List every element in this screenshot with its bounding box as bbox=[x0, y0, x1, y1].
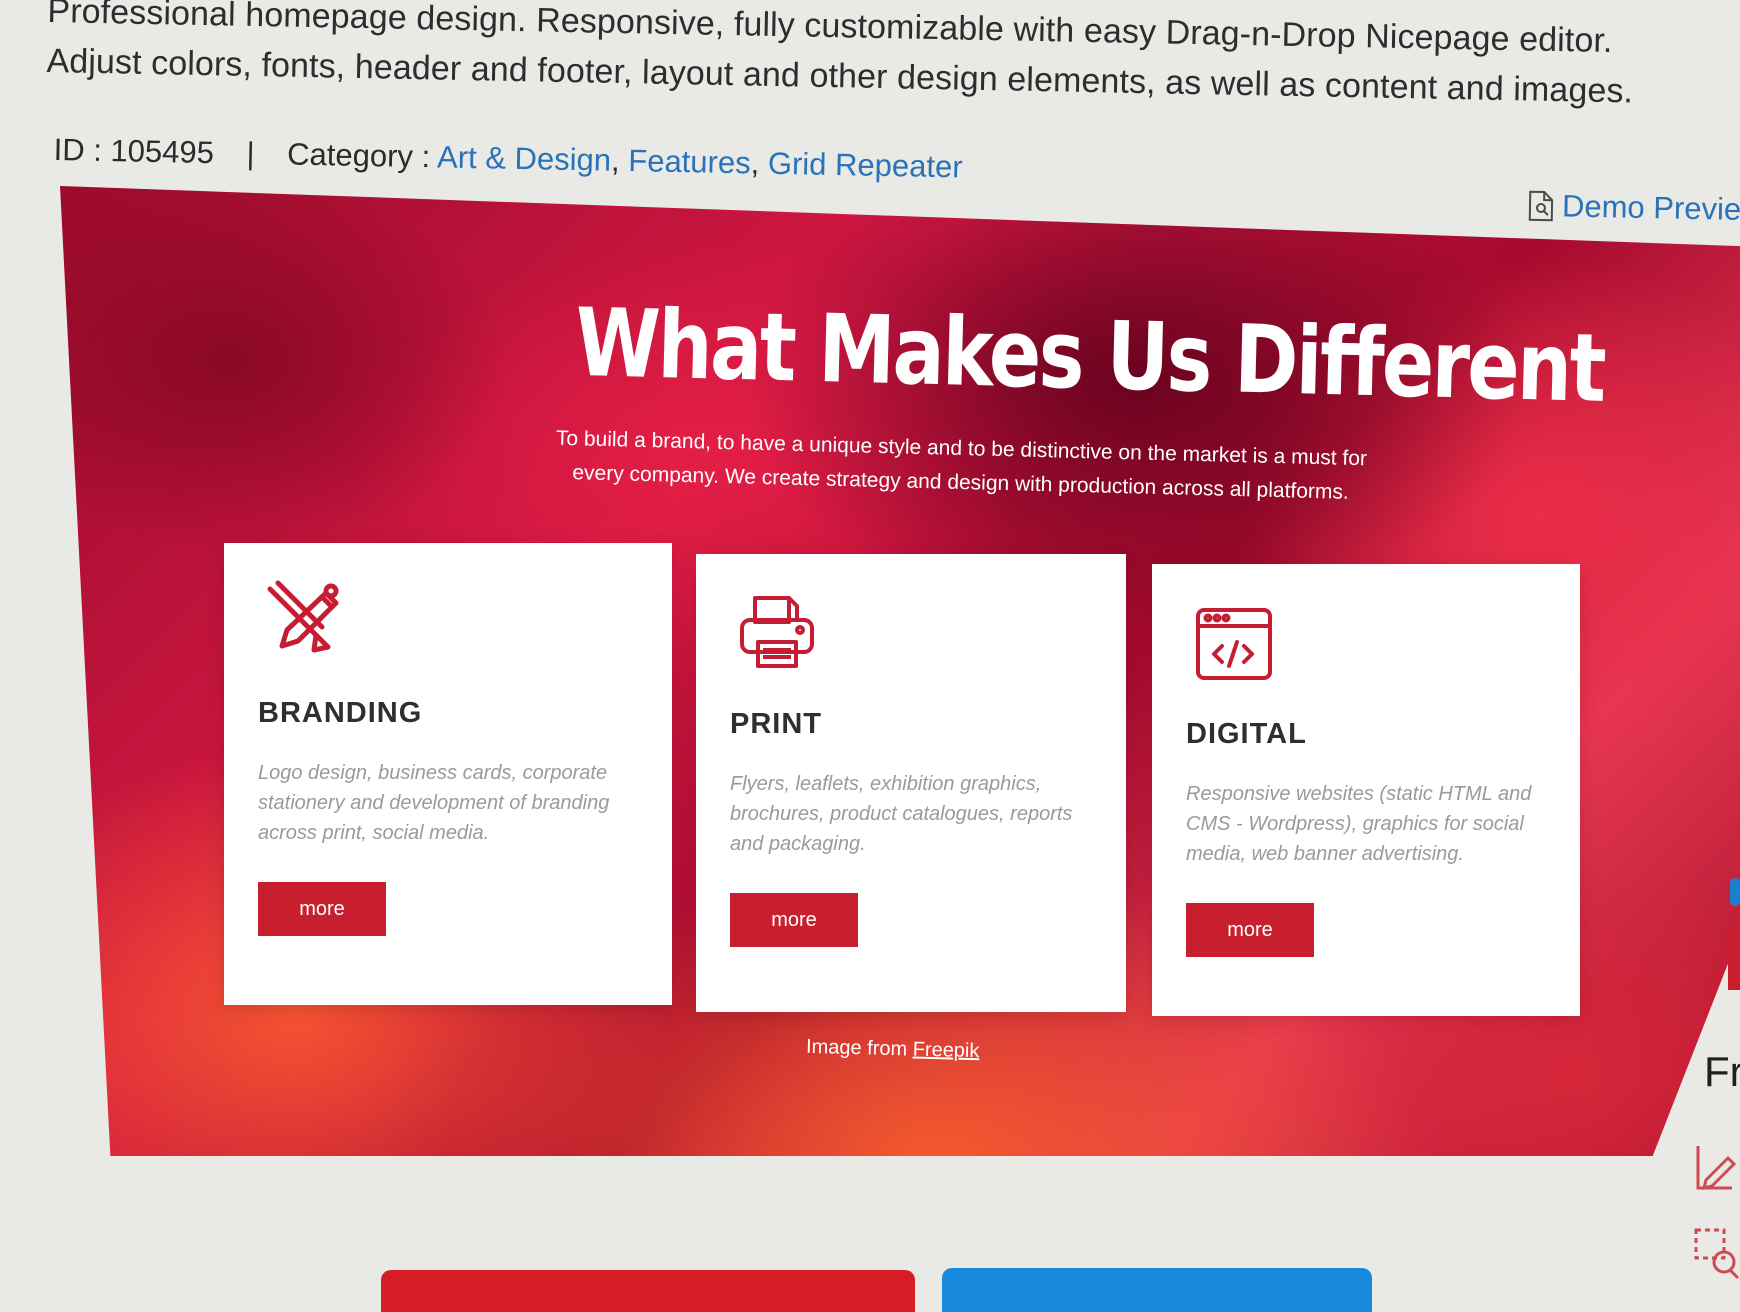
category-label: Category : bbox=[286, 136, 431, 175]
demo-preview-label: Demo Preview bbox=[1562, 188, 1740, 228]
bottom-blue-button[interactable] bbox=[942, 1268, 1372, 1312]
meta-separator: | bbox=[246, 135, 255, 171]
template-preview-image: What Makes Us Different To build a brand… bbox=[60, 186, 1740, 1156]
service-card-branding: BRANDING Logo design, business cards, co… bbox=[224, 543, 672, 1005]
freepik-link[interactable]: Freepik bbox=[912, 1039, 979, 1063]
service-card-title: BRANDING bbox=[258, 697, 423, 729]
service-card-text: Logo design, business cards, corporate s… bbox=[258, 762, 610, 844]
service-card-title: DIGITAL bbox=[1186, 718, 1307, 750]
bottom-red-button[interactable] bbox=[381, 1270, 915, 1312]
edit-icon[interactable] bbox=[1690, 1136, 1740, 1200]
service-card-text: Flyers, leaflets, exhibition graphics, b… bbox=[730, 773, 1073, 855]
category-separator: , bbox=[610, 142, 621, 178]
code-window-icon bbox=[1186, 596, 1280, 690]
printer-icon bbox=[730, 586, 824, 680]
right-edge-blue-marker bbox=[1730, 878, 1740, 906]
image-credit-prefix: Image from bbox=[805, 1035, 908, 1061]
service-card-digital: DIGITAL Responsive websites (static HTML… bbox=[1152, 564, 1580, 1016]
template-meta-row: ID : 105495 | Category : Art & Design, F… bbox=[53, 132, 963, 185]
template-description: Professional homepage design. Responsive… bbox=[46, 0, 1634, 111]
document-preview-icon bbox=[1528, 190, 1555, 222]
category-link-features[interactable]: Features bbox=[628, 143, 751, 180]
category-link-art-design[interactable]: Art & Design bbox=[437, 139, 612, 177]
right-edge-text: Fr bbox=[1704, 1048, 1740, 1095]
template-id: ID : 105495 bbox=[53, 132, 215, 171]
category-separator: , bbox=[750, 145, 760, 181]
crop-search-icon[interactable] bbox=[1690, 1222, 1740, 1286]
service-cards: BRANDING Logo design, business cards, co… bbox=[60, 186, 1740, 1156]
branding-more-button[interactable]: more bbox=[258, 882, 386, 936]
service-card-title: PRINT bbox=[730, 708, 822, 740]
service-card-print: PRINT Flyers, leaflets, exhibition graph… bbox=[696, 554, 1126, 1012]
image-credit: Image from Freepik bbox=[806, 1036, 980, 1063]
pencil-icon bbox=[258, 575, 352, 669]
demo-preview-link[interactable]: Demo Preview bbox=[1528, 188, 1740, 229]
service-card-text: Responsive websites (static HTML and CMS… bbox=[1186, 783, 1532, 865]
right-edge-red-marker bbox=[1728, 930, 1740, 990]
digital-more-button[interactable]: more bbox=[1186, 903, 1314, 957]
category-link-grid-repeater[interactable]: Grid Repeater bbox=[768, 146, 963, 185]
print-more-button[interactable]: more bbox=[730, 893, 858, 947]
